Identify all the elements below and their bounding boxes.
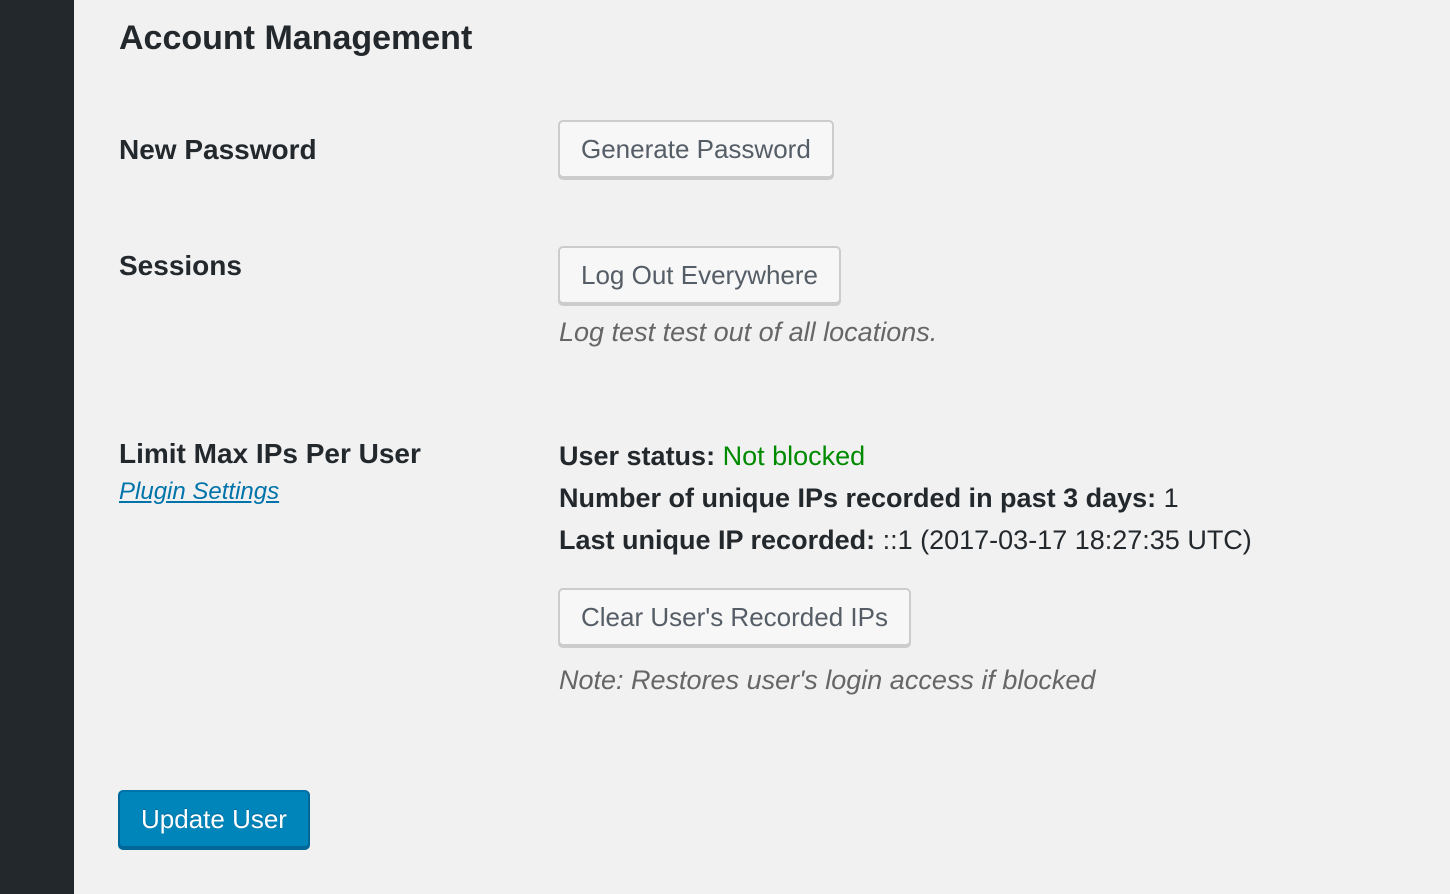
- generate-password-button[interactable]: Generate Password: [558, 120, 834, 178]
- unique-ip-count-value: 1: [1163, 483, 1179, 513]
- update-user-button[interactable]: Update User: [118, 790, 310, 848]
- limit-max-ips-label: Limit Max IPs Per User: [119, 438, 421, 469]
- sessions-label: Sessions: [119, 250, 242, 281]
- unique-ip-count-label: Number of unique IPs recorded in past 3 …: [559, 483, 1157, 513]
- plugin-settings-link[interactable]: Plugin Settings: [119, 476, 279, 508]
- clear-recorded-ips-button[interactable]: Clear User's Recorded IPs: [558, 588, 911, 646]
- user-status-label: User status:: [559, 441, 716, 471]
- last-ip-value: ::1 (2017-03-17 18:27:35 UTC): [882, 525, 1252, 555]
- last-ip-label: Last unique IP recorded:: [559, 525, 876, 555]
- sessions-description: Log test test out of all locations.: [559, 317, 938, 347]
- log-out-everywhere-button[interactable]: Log Out Everywhere: [558, 246, 842, 304]
- admin-sidebar: [0, 0, 74, 894]
- last-ip-line: Last unique IP recorded: ::1 (2017-03-17…: [559, 522, 1252, 558]
- new-password-label: New Password: [119, 134, 317, 165]
- user-status-line: User status: Not blocked: [559, 438, 865, 474]
- section-title: Account Management: [119, 19, 473, 57]
- user-status-value: Not blocked: [722, 441, 866, 471]
- account-management-section: Account Management New Password Generate…: [74, 0, 1450, 894]
- clear-ips-note: Note: Restores user's login access if bl…: [559, 665, 1096, 695]
- unique-ip-count-line: Number of unique IPs recorded in past 3 …: [559, 480, 1179, 516]
